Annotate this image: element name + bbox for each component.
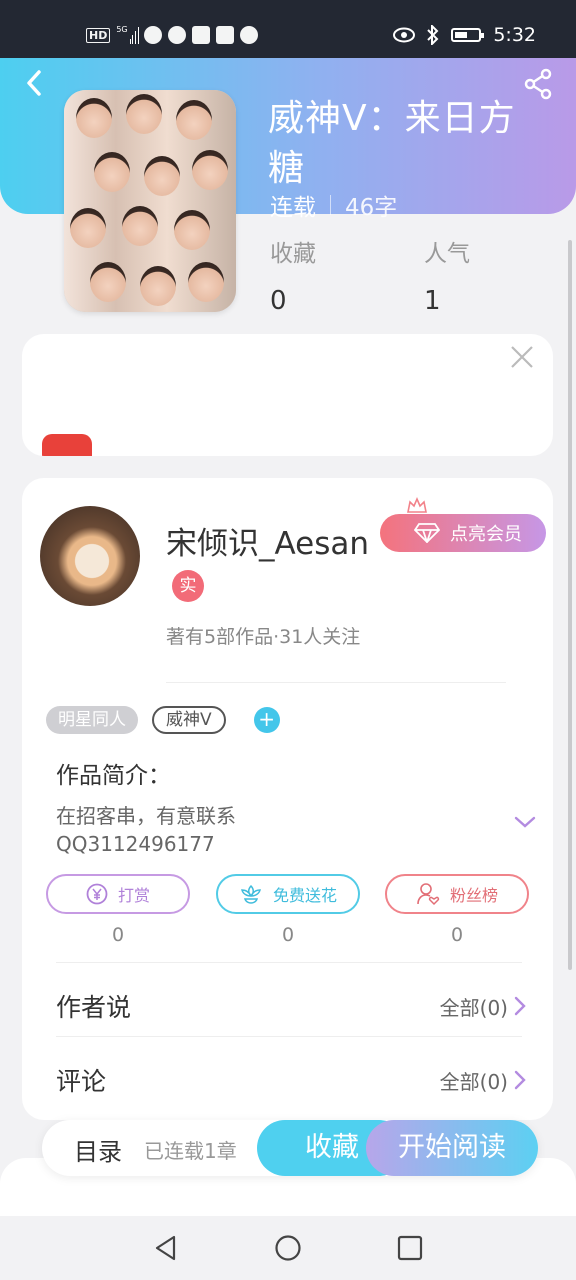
word-count: 46字 (345, 195, 398, 221)
verified-badge: 实 (172, 570, 204, 602)
yuan-coin-icon (86, 883, 108, 905)
author-works-info: 著有5部作品·31人关注 (166, 626, 361, 648)
eye-icon (393, 27, 416, 43)
avatar[interactable] (40, 506, 140, 606)
nav-home-icon[interactable] (274, 1234, 302, 1262)
reward-label: 打赏 (117, 886, 150, 905)
diamond-icon (414, 523, 440, 543)
stat-label: 收藏 (270, 241, 316, 267)
bottom-action-bar: 目录 已连载1章 收藏 开始阅读 (42, 1120, 538, 1176)
author-notes-title: 作者说 (56, 993, 132, 1022)
view-all-link[interactable]: 全部(0) (440, 1066, 526, 1095)
add-tag-button[interactable]: + (253, 707, 280, 733)
fan-ranking-label: 粉丝榜 (449, 886, 498, 905)
user-heart-icon (417, 883, 440, 906)
chapter-count: 已连载1章 (144, 1139, 237, 1163)
reward-count: 0 (111, 924, 125, 946)
send-flower-button[interactable]: 免费送花 (216, 874, 360, 914)
fan-ranking-button[interactable]: 粉丝榜 (385, 874, 529, 914)
ad-logo-icon (42, 434, 92, 456)
network-type-label: 5G (116, 25, 128, 34)
comments-row[interactable]: 评论 全部(0) (56, 1050, 526, 1110)
author-notes-row[interactable]: 作者说 全部(0) (56, 976, 526, 1036)
flower-icon (241, 884, 261, 904)
view-all-link[interactable]: 全部(0) (440, 992, 526, 1021)
system-nav-bar (0, 1216, 576, 1280)
comments-title: 评论 (56, 1067, 107, 1096)
back-icon[interactable] (20, 68, 50, 98)
stat-value: 0 (270, 286, 287, 316)
meta-divider (330, 195, 331, 215)
stat-popularity: 人气 1 (424, 234, 470, 316)
video-app-icon (216, 26, 235, 44)
browser-icon (144, 26, 163, 44)
chevron-down-icon[interactable] (513, 812, 537, 832)
system-icons: 5:32 (393, 24, 536, 46)
stat-value: 1 (424, 286, 441, 316)
table-of-contents-button[interactable]: 目录 (74, 1132, 122, 1167)
nav-recents-icon[interactable] (396, 1234, 424, 1262)
intro-text: 在招客串，有意联系 QQ3112496177 (56, 804, 236, 856)
book-meta: 连载 46字 (270, 188, 397, 222)
chevron-right-icon (514, 996, 526, 1016)
hd-indicator: HD (86, 27, 111, 43)
book-detail-card: 宋倾识_Aesan 点亮会员 实 著有5部作品·31人关注 明星同人 威神V +… (22, 478, 553, 1120)
book-cover[interactable] (64, 90, 236, 312)
wechat-icon (240, 26, 259, 44)
author-name[interactable]: 宋倾识_Aesan (166, 518, 369, 563)
divider (56, 962, 522, 963)
scrollbar[interactable] (568, 240, 572, 970)
qq-icon (168, 26, 187, 44)
battery-icon (451, 28, 485, 42)
ad-banner[interactable] (22, 334, 553, 456)
stat-favorites: 收藏 0 (270, 234, 316, 316)
view-all-label: 全部(0) (439, 995, 508, 1020)
tag-item[interactable]: 威神V (152, 706, 226, 734)
view-all-label: 全部(0) (439, 1069, 508, 1094)
app-icon (192, 26, 211, 44)
signal-icon: 5G (116, 25, 139, 44)
tag-list: 明星同人 威神V + (46, 706, 280, 734)
clock: 5:32 (493, 24, 536, 46)
bluetooth-icon (427, 25, 439, 45)
send-flower-label: 免费送花 (272, 886, 337, 905)
close-icon[interactable] (509, 344, 535, 370)
stat-label: 人气 (424, 241, 470, 267)
book-title: 威神V：来日方糖 (268, 98, 516, 189)
vip-button-label: 点亮会员 (450, 524, 522, 545)
divider (56, 1036, 522, 1037)
fan-count: 0 (450, 924, 464, 946)
chevron-right-icon (514, 1070, 526, 1090)
tag-item[interactable]: 明星同人 (46, 706, 138, 734)
nav-back-icon[interactable] (152, 1234, 180, 1262)
start-reading-button[interactable]: 开始阅读 (366, 1120, 538, 1176)
flower-count: 0 (281, 924, 295, 946)
crown-icon (407, 496, 427, 513)
divider (166, 682, 506, 683)
vip-button[interactable]: 点亮会员 (380, 514, 546, 552)
serial-status: 连载 (270, 195, 316, 221)
notification-icons: HD 5G (86, 25, 259, 44)
intro-heading: 作品简介： (56, 763, 171, 789)
reward-button[interactable]: 打赏 (46, 874, 190, 914)
